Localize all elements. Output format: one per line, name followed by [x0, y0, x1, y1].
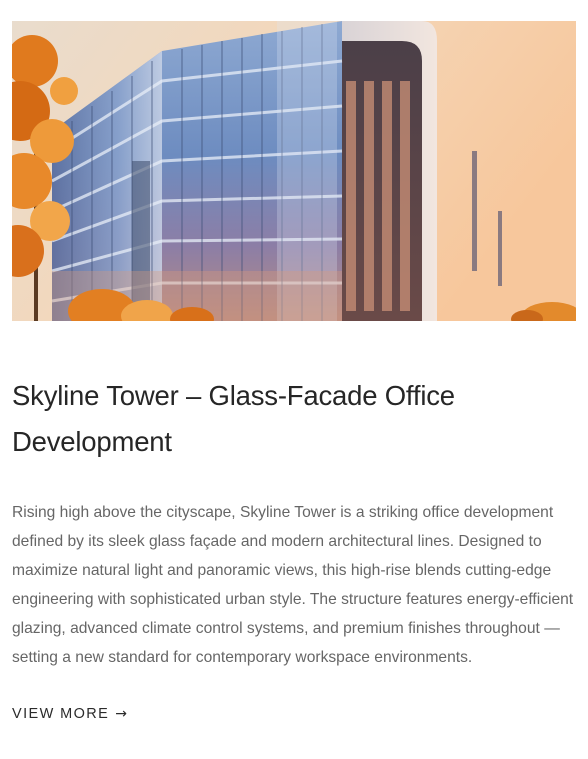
featured-image[interactable]: [12, 21, 576, 321]
building-photo: [12, 21, 576, 321]
arrow-right-icon: →: [115, 706, 127, 723]
view-more-label: VIEW MORE: [12, 706, 110, 723]
view-more-link[interactable]: VIEW MORE →: [12, 706, 127, 722]
post-excerpt: Rising high above the cityscape, Skyline…: [12, 504, 574, 666]
post-title[interactable]: Skyline Tower – Glass-Facade Office Deve…: [12, 373, 576, 465]
post-card: Skyline Tower – Glass-Facade Office Deve…: [12, 21, 576, 723]
